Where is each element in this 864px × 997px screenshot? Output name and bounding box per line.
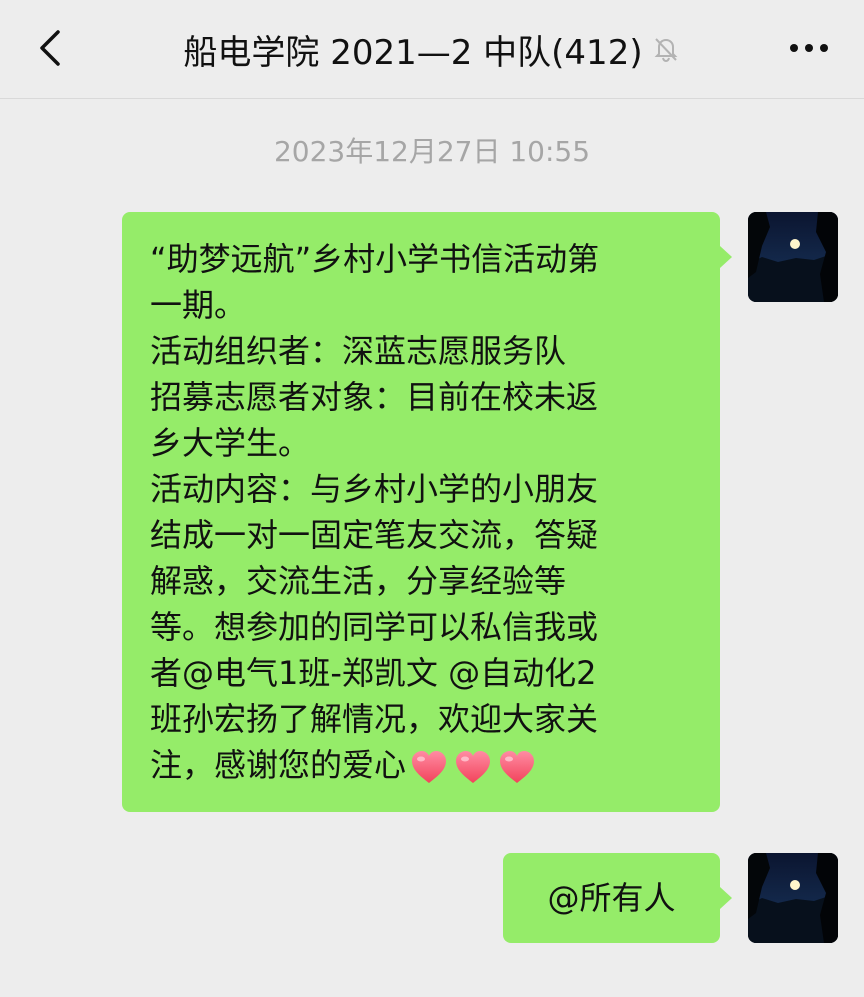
- message-timestamp: 2023年12月27日 10:55: [273, 135, 591, 168]
- bell-muted-icon: [651, 34, 681, 64]
- message-line: “助梦远航”乡村小学书信活动第: [150, 240, 600, 278]
- heart-emoji: [500, 751, 535, 783]
- avatar[interactable]: [748, 853, 838, 943]
- message-line: 等。想参加的同学可以私信我或: [150, 608, 599, 646]
- message-line: 招募志愿者对象：目前在校未返: [150, 378, 599, 416]
- message-line: 班孙宏扬了解情况，欢迎大家关: [150, 700, 599, 738]
- message-bubble[interactable]: @所有人: [503, 853, 720, 943]
- chat-title: 船电学院 2021—2 中队(412): [183, 32, 643, 73]
- message-line-with-emoji: 注，感谢您的爱心: [150, 742, 692, 788]
- heart-emoji: [456, 751, 491, 783]
- message-line: 解惑，交流生活，分享经验等: [150, 562, 567, 600]
- message-line: 活动内容：与乡村小学的小朋友: [150, 470, 599, 508]
- avatar[interactable]: [748, 212, 838, 302]
- message-bubble[interactable]: “助梦远航”乡村小学书信活动第 一期。 活动组织者：深蓝志愿服务队 招募志愿者对…: [122, 212, 720, 812]
- back-button[interactable]: [26, 24, 74, 72]
- message-line: 乡大学生。: [150, 424, 311, 462]
- message-line: 者@电气1班-郑凯文 @自动化2: [150, 654, 597, 692]
- message-line-text: 注，感谢您的爱心: [150, 746, 407, 784]
- bubble-tail: [720, 887, 732, 909]
- heart-emoji: [412, 751, 447, 783]
- night-sky-avatar-icon: [748, 212, 838, 302]
- message-line: 活动组织者：深蓝志愿服务队: [150, 332, 567, 370]
- message-line: 结成一对一固定笔友交流，答疑: [150, 516, 599, 554]
- more-button[interactable]: [784, 28, 834, 68]
- message-line: 一期。: [150, 286, 247, 324]
- more-dots-icon: [790, 44, 828, 52]
- night-sky-avatar-icon: [748, 853, 838, 943]
- heart-emoji-group: [408, 748, 538, 786]
- title-wrap: 船电学院 2021—2 中队(412): [150, 0, 714, 98]
- chat-header: 船电学院 2021—2 中队(412): [0, 0, 864, 99]
- message-line: @所有人: [547, 879, 676, 917]
- bubble-tail: [720, 246, 732, 268]
- chevron-left-icon: [40, 30, 60, 66]
